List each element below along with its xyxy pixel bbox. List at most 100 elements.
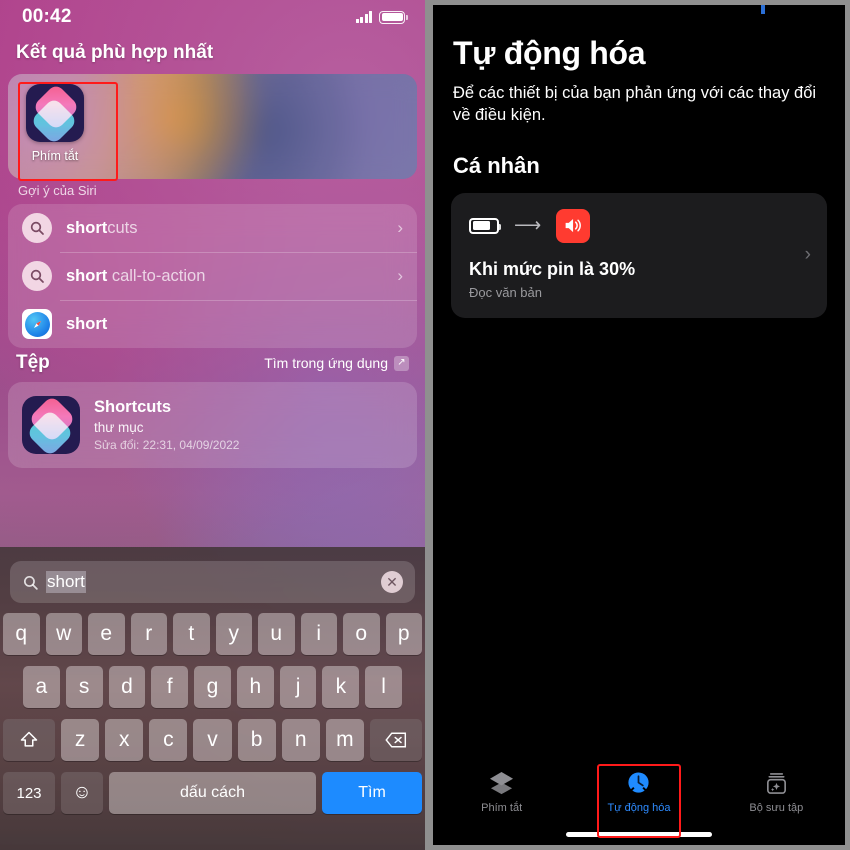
- files-section-title: Tệp: [16, 352, 50, 373]
- tab-shortcuts[interactable]: Phím tắt: [433, 769, 570, 814]
- chevron-right-icon: ›: [804, 244, 811, 266]
- key-m[interactable]: m: [325, 719, 364, 761]
- list-item-label: short call-to-action: [66, 266, 206, 285]
- numbers-key[interactable]: 123: [3, 772, 55, 814]
- key-y[interactable]: y: [215, 613, 252, 655]
- file-subtitle: thư mục: [94, 420, 144, 435]
- arrow-right-icon: ⟶: [514, 215, 542, 237]
- key-q[interactable]: q: [3, 613, 40, 655]
- key-t[interactable]: t: [173, 613, 210, 655]
- shortcuts-app-icon: [26, 84, 84, 142]
- personal-section-title: Cá nhân: [453, 152, 540, 178]
- clear-search-button[interactable]: ✕: [381, 571, 403, 593]
- automation-card[interactable]: ⟶ Khi mức pin là 30% Đọc văn bản ›: [451, 192, 827, 318]
- virtual-keyboard: q w e r t y u i o p a s d f g h j k l z …: [0, 603, 425, 831]
- key-f[interactable]: f: [151, 666, 189, 708]
- search-in-app-link[interactable]: Tìm trong ứng dụng ↗: [264, 355, 409, 371]
- search-in-app-label: Tìm trong ứng dụng: [264, 355, 388, 371]
- backspace-icon[interactable]: [369, 719, 422, 761]
- space-key[interactable]: dấu cách: [109, 772, 316, 814]
- list-item[interactable]: short call-to-action ›: [8, 252, 417, 300]
- emoji-icon[interactable]: ☺: [61, 772, 103, 814]
- search-input[interactable]: short ✕: [10, 561, 415, 603]
- keyboard-row-1: q w e r t y u i o p: [3, 613, 422, 655]
- top-hit-app-shortcuts[interactable]: Phím tắt: [12, 84, 98, 163]
- file-title: Shortcuts: [94, 398, 172, 416]
- external-link-icon: ↗: [394, 355, 409, 371]
- list-item-label: shortcuts: [66, 218, 138, 237]
- list-item-label: short: [66, 314, 108, 333]
- top-hit-section-title: Kết quả phù hợp nhất: [16, 42, 214, 63]
- keyboard-row-3: z x c v b n m: [3, 719, 422, 761]
- siri-section-title: Gợi ý của Siri: [18, 183, 97, 198]
- tab-label: Phím tắt: [481, 802, 523, 814]
- keyboard-row-2: a s d f g h j k l: [3, 666, 422, 708]
- key-j[interactable]: j: [279, 666, 317, 708]
- speaker-wave-icon: [556, 208, 591, 243]
- key-p[interactable]: p: [385, 613, 422, 655]
- search-icon: [22, 574, 39, 591]
- cellular-bars-icon: [355, 11, 372, 23]
- keyboard-area: short ✕ q w e r t y u i o p a s d f g h …: [0, 547, 425, 850]
- key-x[interactable]: x: [105, 719, 144, 761]
- key-s[interactable]: s: [65, 666, 103, 708]
- key-h[interactable]: h: [236, 666, 274, 708]
- safari-icon: [22, 309, 52, 339]
- home-indicator: [566, 832, 712, 837]
- gallery-box-icon: [763, 769, 790, 797]
- key-k[interactable]: k: [322, 666, 360, 708]
- status-bar-time: 00:42: [22, 6, 72, 27]
- key-v[interactable]: v: [193, 719, 232, 761]
- files-section-header: Tệp Tìm trong ứng dụng ↗: [0, 348, 425, 382]
- search-icon: [22, 261, 52, 291]
- top-hit-app-label: Phím tắt: [31, 149, 79, 163]
- key-n[interactable]: n: [281, 719, 320, 761]
- key-r[interactable]: r: [130, 613, 167, 655]
- page-description: Để các thiết bị của bạn phản ứng với các…: [453, 84, 817, 125]
- automation-clock-icon: [625, 769, 652, 797]
- shift-icon[interactable]: [3, 719, 55, 761]
- layers-icon: [488, 769, 515, 797]
- key-c[interactable]: c: [149, 719, 188, 761]
- tab-bar: Phím tắt Tự động hóa Bộ sưu tập: [433, 757, 845, 845]
- shortcuts-automation-screen: Tự động hóa Để các thiết bị của bạn phản…: [433, 0, 850, 850]
- text-cursor-marker: [761, 5, 765, 14]
- tab-label: Bộ sưu tập: [749, 802, 804, 814]
- list-item[interactable]: short: [8, 300, 417, 348]
- search-input-value: short: [46, 571, 86, 593]
- automation-title: Khi mức pin là 30%: [469, 258, 636, 279]
- file-modified-date: Sửa đổi: 22:31, 04/09/2022: [94, 438, 240, 452]
- tab-label: Tự động hóa: [607, 802, 671, 814]
- chevron-right-icon: ›: [397, 266, 403, 285]
- file-result-shortcuts[interactable]: Shortcuts thư mục Sửa đổi: 22:31, 04/09/…: [8, 382, 417, 468]
- key-w[interactable]: w: [45, 613, 82, 655]
- siri-suggestion-list: shortcuts › short call-to-action › short: [8, 204, 417, 348]
- page-title: Tự động hóa: [453, 35, 646, 71]
- key-b[interactable]: b: [237, 719, 276, 761]
- panel-divider: [425, 0, 433, 850]
- chevron-right-icon: ›: [397, 218, 403, 237]
- top-hit-section: Phím tắt: [0, 74, 425, 181]
- key-e[interactable]: e: [88, 613, 125, 655]
- key-l[interactable]: l: [365, 666, 403, 708]
- shortcuts-folder-icon: [22, 396, 80, 454]
- key-g[interactable]: g: [194, 666, 231, 708]
- screenshot-stage: 00:42 Kết quả phù hợp nhất Phím tắt Gợi …: [0, 0, 850, 850]
- list-item[interactable]: shortcuts ›: [8, 204, 417, 252]
- key-u[interactable]: u: [258, 613, 295, 655]
- tab-automation[interactable]: Tự động hóa: [570, 764, 707, 838]
- status-bar: 00:42: [0, 0, 425, 34]
- search-go-key[interactable]: Tìm: [322, 772, 422, 814]
- battery-icon: [379, 10, 408, 24]
- spotlight-search-screen: 00:42 Kết quả phù hợp nhất Phím tắt Gợi …: [0, 0, 425, 850]
- key-z[interactable]: z: [61, 719, 100, 761]
- search-icon: [22, 213, 52, 243]
- battery-icon: [469, 217, 501, 234]
- key-d[interactable]: d: [108, 666, 146, 708]
- key-i[interactable]: i: [300, 613, 337, 655]
- key-a[interactable]: a: [22, 666, 60, 708]
- tab-gallery[interactable]: Bộ sưu tập: [708, 769, 845, 814]
- keyboard-row-4: 123 ☺ dấu cách Tìm: [3, 772, 422, 814]
- automation-subtitle: Đọc văn bản: [469, 284, 542, 300]
- key-o[interactable]: o: [343, 613, 380, 655]
